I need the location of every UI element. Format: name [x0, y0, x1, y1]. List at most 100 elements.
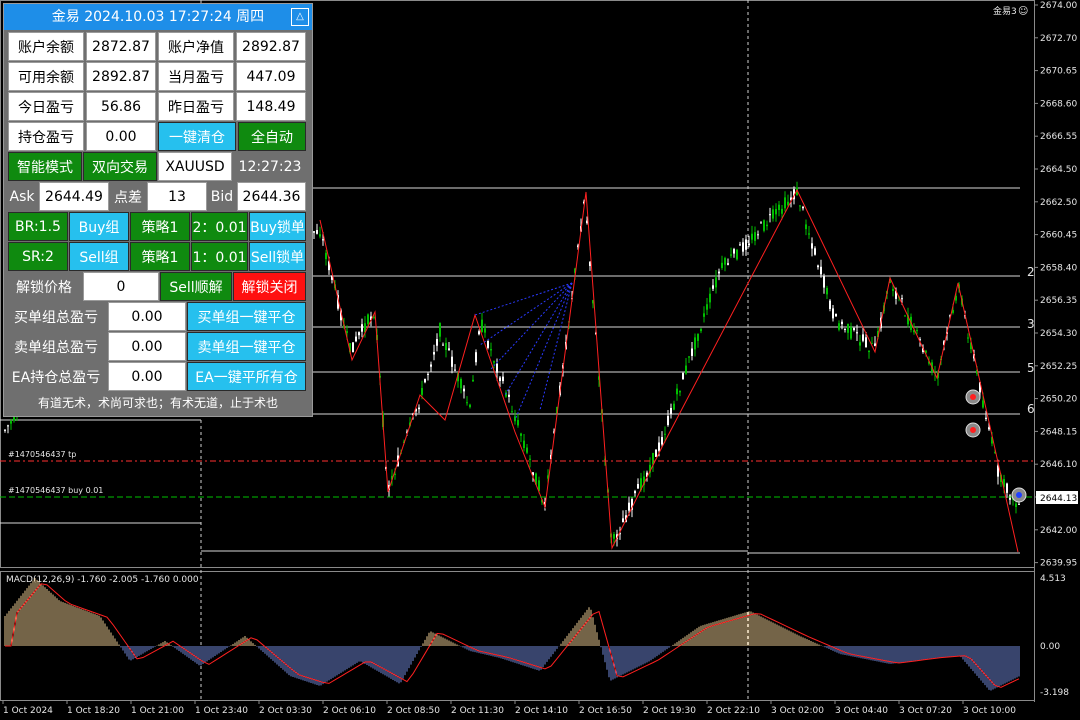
unlock-close-button[interactable]: 解锁关闭: [233, 272, 306, 301]
sell-ratio-field[interactable]: 1：0.01: [191, 242, 248, 271]
candle-body: [730, 254, 732, 256]
candle-body: [439, 323, 441, 337]
br-button[interactable]: BR:1.5: [8, 212, 68, 241]
candle-body: [682, 373, 684, 380]
price-tick-label: 2648.15: [1040, 427, 1077, 437]
candle-body: [667, 415, 669, 426]
unlock-price-input[interactable]: 0: [83, 272, 159, 301]
candle-body: [727, 263, 729, 265]
minimize-icon[interactable]: △: [291, 8, 309, 26]
sr-button[interactable]: SR:2: [8, 242, 68, 271]
free-margin-label: 可用余额: [8, 62, 84, 91]
candle-body: [808, 233, 810, 235]
candle-body: [718, 271, 720, 274]
candle-body: [757, 234, 759, 236]
buy-group-close-button[interactable]: 买单组一键平仓: [187, 302, 306, 331]
two-way-trading-button[interactable]: 双向交易: [83, 152, 157, 181]
price-tick-label: 2656.35: [1040, 296, 1077, 306]
price-tick-label: 2658.40: [1040, 263, 1077, 273]
candle-body: [679, 390, 681, 393]
candle-body: [421, 388, 423, 395]
sell-marker-dot: [970, 427, 976, 433]
candle-body: [511, 411, 513, 413]
price-tick-label: 2670.65: [1040, 67, 1077, 77]
candle-body: [367, 314, 369, 325]
candle-body: [448, 348, 450, 350]
order-tp-label: #1470546437 tp: [8, 450, 76, 459]
time-tick-label: 3 Oct 07:20: [899, 706, 952, 716]
price-tick-label: 2664.50: [1040, 165, 1077, 175]
ea-pl-label: EA持仓总盈亏: [11, 369, 101, 386]
time-tick-label: 1 Oct 2024: [3, 706, 53, 716]
candle-body: [691, 348, 693, 356]
candle-body: [823, 276, 825, 288]
price-tick-label: 2666.55: [1040, 132, 1077, 142]
candle-body: [361, 324, 363, 332]
time-axis: 1 Oct 2024 1 Oct 18:20 1 Oct 21:00 1 Oct 23…: [2, 700, 1016, 716]
ask-value: 2644.49: [39, 182, 109, 211]
candle-body: [847, 323, 849, 333]
candle-body: [676, 388, 678, 395]
candle-body: [733, 249, 735, 254]
candle-body: [529, 458, 531, 460]
position-pl-label: 持仓盈亏: [8, 122, 84, 151]
candle-body: [769, 214, 771, 216]
month-pl-label: 当月盈亏: [158, 62, 234, 91]
macd-tick-top: 4.513: [1040, 574, 1066, 584]
fan-line: [539, 282, 573, 411]
full-auto-button[interactable]: 全自动: [238, 122, 306, 151]
strategy-buy-button[interactable]: 策略1: [130, 212, 190, 241]
yesterday-pl-value: 148.49: [236, 92, 306, 121]
candle-body: [484, 328, 486, 333]
candle-body: [523, 440, 525, 448]
time-tick-label: 2 Oct 08:50: [387, 706, 440, 716]
candle-body: [526, 447, 528, 453]
candle-body: [316, 230, 318, 234]
candle-body: [760, 222, 762, 224]
sell-group-close-button[interactable]: 卖单组一键平仓: [187, 332, 306, 361]
candle-body: [805, 224, 807, 230]
candle-body: [754, 232, 756, 241]
candle-body: [982, 400, 984, 408]
candle-body: [841, 321, 843, 325]
candle-body: [430, 364, 432, 367]
candle-body: [628, 502, 630, 511]
candle-body: [433, 352, 435, 355]
close-all-button[interactable]: 一键清仓: [158, 122, 236, 151]
candle-body: [721, 262, 723, 268]
price-tick-label: 2639.95: [1040, 559, 1077, 569]
buy-lock-button[interactable]: Buy锁单: [249, 212, 306, 241]
candle-body: [985, 417, 987, 419]
candle-body: [709, 293, 711, 303]
sell-lock-button[interactable]: Sell锁单: [249, 242, 306, 271]
smart-mode-button[interactable]: 智能模式: [8, 152, 82, 181]
macd-histogram: [4, 578, 1020, 691]
trade-markers: [965, 389, 1027, 503]
sell-group-pl-value: 0.00: [108, 332, 186, 361]
candle-body: [892, 288, 894, 291]
buy-ratio-field[interactable]: 2：0.01: [191, 212, 248, 241]
candle-body: [658, 442, 660, 451]
today-pl-value: 56.86: [86, 92, 156, 121]
candle-body: [469, 404, 471, 408]
candle-body: [478, 331, 480, 335]
strategy-sell-button[interactable]: 策略1: [130, 242, 190, 271]
candle-body: [700, 328, 702, 332]
time-tick-label: 3 Oct 02:00: [771, 706, 824, 716]
candle-body: [712, 285, 714, 289]
ea-close-all-button[interactable]: EA一键平所有仓: [187, 362, 306, 391]
month-pl-value: 447.09: [236, 62, 306, 91]
fan-lines: [474, 282, 573, 421]
candle-body: [874, 343, 876, 347]
candle-body: [358, 332, 360, 336]
price-tick-label: 2672.70: [1040, 34, 1077, 44]
time-tick-label: 1 Oct 18:20: [67, 706, 120, 716]
buy-group-button[interactable]: Buy组: [69, 212, 129, 241]
fan-line: [514, 282, 573, 421]
free-margin-value: 2892.87: [86, 62, 156, 91]
candle-body: [634, 491, 636, 494]
sell-unlock-button[interactable]: Sell顺解: [160, 272, 232, 301]
sell-group-button[interactable]: Sell组: [69, 242, 129, 271]
level-label-3: 3: [1027, 317, 1035, 331]
candle-body: [352, 342, 354, 353]
